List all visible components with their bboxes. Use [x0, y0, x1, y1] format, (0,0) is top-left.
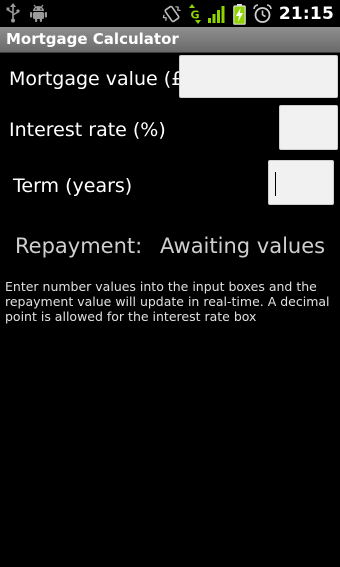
network-g-icon: G [188, 4, 201, 24]
signal-icon [207, 4, 226, 24]
status-bar-system: G 21:15 [162, 3, 334, 25]
app-screen: G 21:15 Mortgage Calculator Mortgage val… [0, 0, 340, 567]
status-bar-notifications [6, 3, 47, 23]
repayment-value: Awaiting values [160, 234, 326, 258]
android-debug-icon [30, 3, 47, 23]
text-cursor [275, 172, 276, 196]
help-text: Enter number values into the input boxes… [5, 279, 330, 324]
battery-charging-icon [233, 3, 246, 25]
alarm-icon [253, 4, 272, 24]
interest-rate-label: Interest rate (%) [9, 119, 166, 141]
status-bar: G 21:15 [0, 0, 340, 27]
term-years-label: Term (years) [13, 175, 133, 197]
vibrate-icon [162, 4, 182, 24]
repayment-label: Repayment: [15, 234, 143, 258]
app-title: Mortgage Calculator [6, 30, 179, 48]
usb-icon [6, 3, 20, 23]
app-title-bar: Mortgage Calculator [0, 27, 340, 53]
mortgage-value-input[interactable] [179, 55, 338, 98]
term-years-input[interactable] [268, 160, 334, 205]
status-time: 21:15 [278, 4, 334, 24]
interest-rate-input[interactable] [279, 105, 338, 150]
mortgage-value-label: Mortgage value (£) [9, 68, 191, 90]
network-letter: G [190, 9, 199, 22]
